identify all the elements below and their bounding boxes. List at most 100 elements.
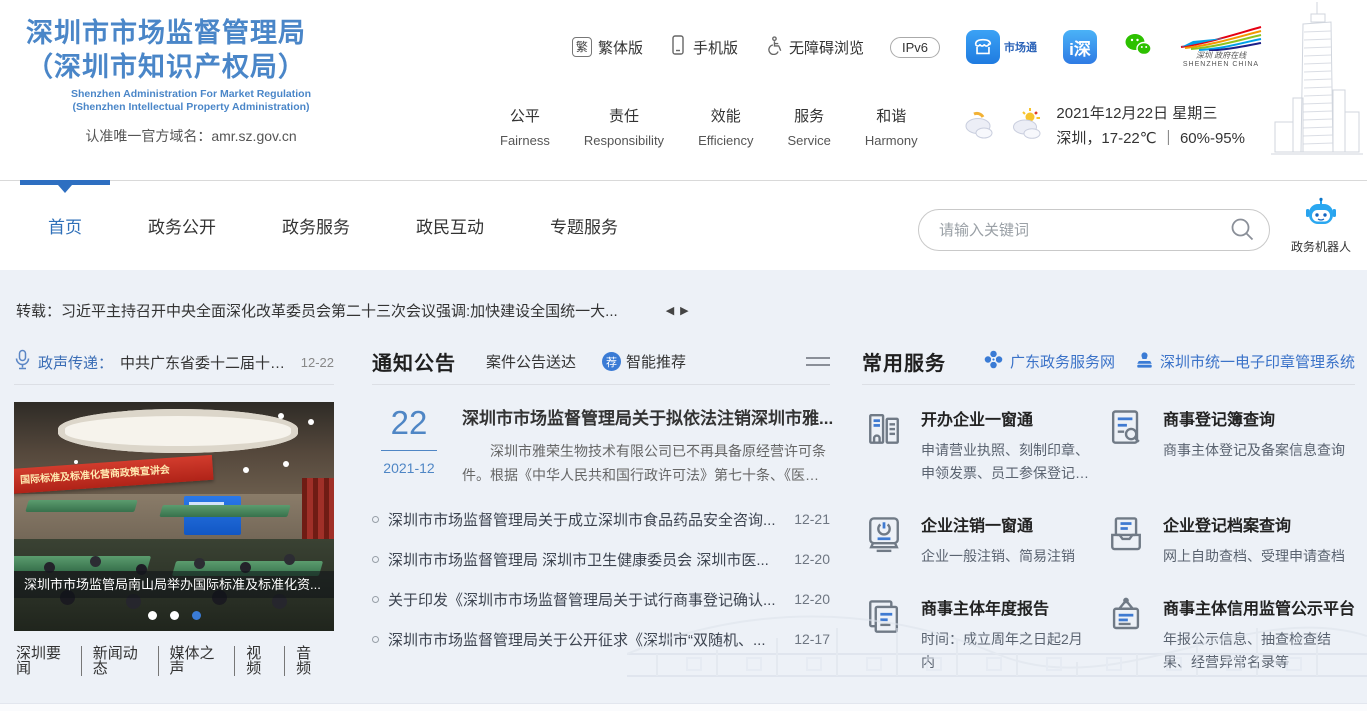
mobile-label: 手机版 <box>693 37 738 58</box>
date-text: 2021年12月22日 星期三 <box>1056 101 1245 126</box>
service-desc: 网上自助查档、受理申请查档 <box>1163 545 1345 568</box>
tab-media-voice[interactable]: 媒体之声 <box>159 646 236 676</box>
market-app-link[interactable]: 市场通 <box>966 30 1037 64</box>
site-header: 深圳市市场监督管理局 （深圳市知识产权局） Shenzhen Administr… <box>0 0 1367 180</box>
shenzhen-china-logo[interactable]: 深圳 政府在线 SHENZHEN CHINA <box>1179 25 1263 69</box>
featured-notice-desc: 深圳市雅荣生物技术有限公司已不再具备原经营许可条件。根据《中华人民共和国行政许可… <box>462 439 830 487</box>
e-seal-system-link[interactable]: 深圳市统一电子印章管理系统 <box>1135 349 1355 374</box>
notice-row: 深圳市市场监督管理局关于成立深圳市食品药品安全咨询... 12-21 <box>372 499 830 539</box>
notice-link[interactable]: 深圳市市场监督管理局 深圳市卫生健康委员会 深圳市医... <box>388 549 780 570</box>
wechat-icon <box>1123 45 1153 62</box>
photo-ceiling-panel <box>58 409 298 453</box>
weather-cloud-sun-icon <box>1008 106 1048 147</box>
search-input[interactable] <box>939 222 1229 239</box>
market-app-icon <box>966 30 1000 64</box>
notice-link[interactable]: 关于印发《深圳市市场监督管理局关于试行商事登记确认... <box>388 589 780 610</box>
voice-date: 12-22 <box>301 355 334 370</box>
site-title-en-2: (Shenzhen Intellectual Property Administ… <box>26 101 356 114</box>
voice-of-gov-label[interactable]: 政声传递： <box>38 352 113 373</box>
service-credit-platform[interactable]: 商事主体信用监管公示平台 年报公示信息、抽查检查结果、经营异常名录等 <box>1104 595 1355 674</box>
service-title: 商事主体信用监管公示平台 <box>1163 595 1355 619</box>
notice-link[interactable]: 深圳市市场监督管理局关于成立深圳市食品药品安全咨询... <box>388 509 780 530</box>
wechat-link[interactable] <box>1123 32 1153 63</box>
building-sketch-image <box>1269 2 1365 183</box>
traditional-chinese-link[interactable]: 繁 繁体版 <box>572 37 643 58</box>
mobile-version-link[interactable]: 手机版 <box>669 35 738 59</box>
featured-notice: 22 2021-12 深圳市市场监督管理局关于拟依法注销深圳市雅... 深圳市雅… <box>372 404 830 487</box>
services-grid: 开办企业一窗通 申请营业执照、刻制印章、申领发票、员工参保登记、公... 商事登… <box>862 406 1355 674</box>
service-annual-report[interactable]: 商事主体年度报告 时间：成立周年之日起2月内 <box>862 595 1092 674</box>
document-search-icon <box>1104 406 1148 450</box>
smart-recommend-link[interactable]: 荐 智能推荐 <box>602 351 686 372</box>
tab-news-updates[interactable]: 新闻动态 <box>82 646 159 676</box>
tab-audio[interactable]: 音频 <box>285 646 334 676</box>
nav-item-home[interactable]: 首页 <box>48 181 82 270</box>
shen-i-app-icon: i深 <box>1063 30 1097 64</box>
ticker-headline[interactable]: 转载：习近平主持召开中央全面深化改革委员会第二十三次会议强调:加快建设全国统一大… <box>16 300 618 321</box>
search-box[interactable] <box>918 209 1270 251</box>
shen-i-app-link[interactable]: i深 <box>1063 30 1097 64</box>
service-deregistration[interactable]: 企业注销一窗通 企业一般注销、简易注销 <box>862 512 1092 568</box>
motto-efficiency: 效能 Efficiency <box>698 105 753 148</box>
search-button[interactable] <box>1229 216 1255 245</box>
guangdong-gov-service-link[interactable]: 广东政务服务网 <box>983 349 1115 374</box>
services-title: 常用服务 <box>862 347 946 376</box>
power-button-icon <box>862 512 906 556</box>
case-announcement-link[interactable]: 案件公告送达 <box>486 351 576 372</box>
seal-stamp-icon <box>1135 350 1154 374</box>
carousel-dot-1[interactable] <box>148 611 157 620</box>
featured-month: 2021-12 <box>372 460 446 476</box>
kapok-flower-icon <box>983 349 1004 374</box>
tab-shenzhen-news[interactable]: 深圳要闻 <box>14 646 82 676</box>
carousel-dot-2[interactable] <box>170 611 179 620</box>
news-tab-links: 深圳要闻 新闻动态 媒体之声 视频 音频 <box>14 646 334 676</box>
carousel-caption[interactable]: 深圳市市场监管局南山局举办国际标准及标准化资... <box>14 571 334 598</box>
news-carousel-image[interactable]: 国际标准及标准化营商政策宣讲会 深圳市市场监管局南山局举办国际标准及标准化资..… <box>14 402 334 631</box>
nav-item-special-services[interactable]: 专题服务 <box>550 181 618 270</box>
service-title: 商事登记簿查询 <box>1163 406 1345 430</box>
accessibility-link[interactable]: 无障碍浏览 <box>764 35 864 59</box>
service-title: 企业登记档案查询 <box>1163 512 1345 536</box>
robot-icon <box>1302 218 1340 235</box>
notice-date: 12-17 <box>794 631 830 647</box>
motto-responsibility: 责任 Responsibility <box>584 105 664 148</box>
recommend-badge-icon: 荐 <box>602 352 621 371</box>
service-archive-query[interactable]: 企业登记档案查询 网上自助查档、受理申请查档 <box>1104 512 1355 568</box>
motto-values: 公平 Fairness 责任 Responsibility 效能 Efficie… <box>500 105 918 148</box>
bullet-ring-icon <box>372 556 379 563</box>
nav-item-interaction[interactable]: 政民互动 <box>416 181 484 270</box>
site-logo[interactable]: 深圳市市场监督管理局 （深圳市知识产权局） Shenzhen Administr… <box>26 16 356 146</box>
utility-links: 繁 繁体版 手机版 无障碍浏览 IPv6 市场通 i深 深圳 政府在线 SHEN… <box>560 26 1263 68</box>
service-registry-query[interactable]: 商事登记簿查询 商事主体登记及备案信息查询 <box>1104 406 1355 485</box>
nav-item-gov-services[interactable]: 政务服务 <box>282 181 350 270</box>
gov-robot-entry[interactable]: 政务机器人 <box>1281 197 1361 255</box>
nav-item-gov-disclosure[interactable]: 政务公开 <box>148 181 216 270</box>
ticker-next-icon[interactable]: ▶ <box>680 304 688 317</box>
motto-harmony: 和谐 Harmony <box>865 105 918 148</box>
accessibility-icon <box>764 35 783 59</box>
notice-link[interactable]: 深圳市市场监督管理局关于公开征求《深圳市“双随机、... <box>388 629 780 650</box>
photo-table <box>159 505 290 517</box>
traditional-icon: 繁 <box>572 37 592 57</box>
more-menu-icon[interactable] <box>806 352 830 371</box>
ipv6-badge[interactable]: IPv6 <box>890 37 940 58</box>
ticker-prev-icon[interactable]: ◀ <box>666 304 674 317</box>
service-title: 企业注销一窗通 <box>921 512 1075 536</box>
featured-notice-title[interactable]: 深圳市市场监督管理局关于拟依法注销深圳市雅... <box>462 409 833 428</box>
news-column: 政声传递： 中共广东省委十二届十五... 12-22 国际标准及标准化营商政策宣… <box>14 345 334 676</box>
notices-column: 通知公告 案件公告送达 荐 智能推荐 22 2021-12 深圳市市场监督管理局… <box>372 345 830 676</box>
tab-video[interactable]: 视频 <box>235 646 285 676</box>
notice-date: 12-20 <box>794 591 830 607</box>
notices-header: 通知公告 案件公告送达 荐 智能推荐 <box>372 345 830 385</box>
voice-headline[interactable]: 中共广东省委十二届十五... <box>120 352 294 373</box>
service-open-business[interactable]: 开办企业一窗通 申请营业执照、刻制印章、申领发票、员工参保登记、公... <box>862 406 1092 485</box>
bullet-ring-icon <box>372 596 379 603</box>
featured-date: 22 2021-12 <box>372 404 446 487</box>
services-header: 常用服务 广东政务服务网 深圳市统一电子印章管理系统 <box>862 345 1355 385</box>
carousel-dot-3[interactable] <box>192 611 201 620</box>
weather-widget: 2021年12月22日 星期三 深圳，17-22℃ ｜ 60%-95% <box>960 101 1245 151</box>
bullet-ring-icon <box>372 636 379 643</box>
site-title-cn-2: （深圳市知识产权局） <box>26 50 356 84</box>
service-desc: 企业一般注销、简易注销 <box>921 545 1075 568</box>
photo-table <box>14 556 151 571</box>
